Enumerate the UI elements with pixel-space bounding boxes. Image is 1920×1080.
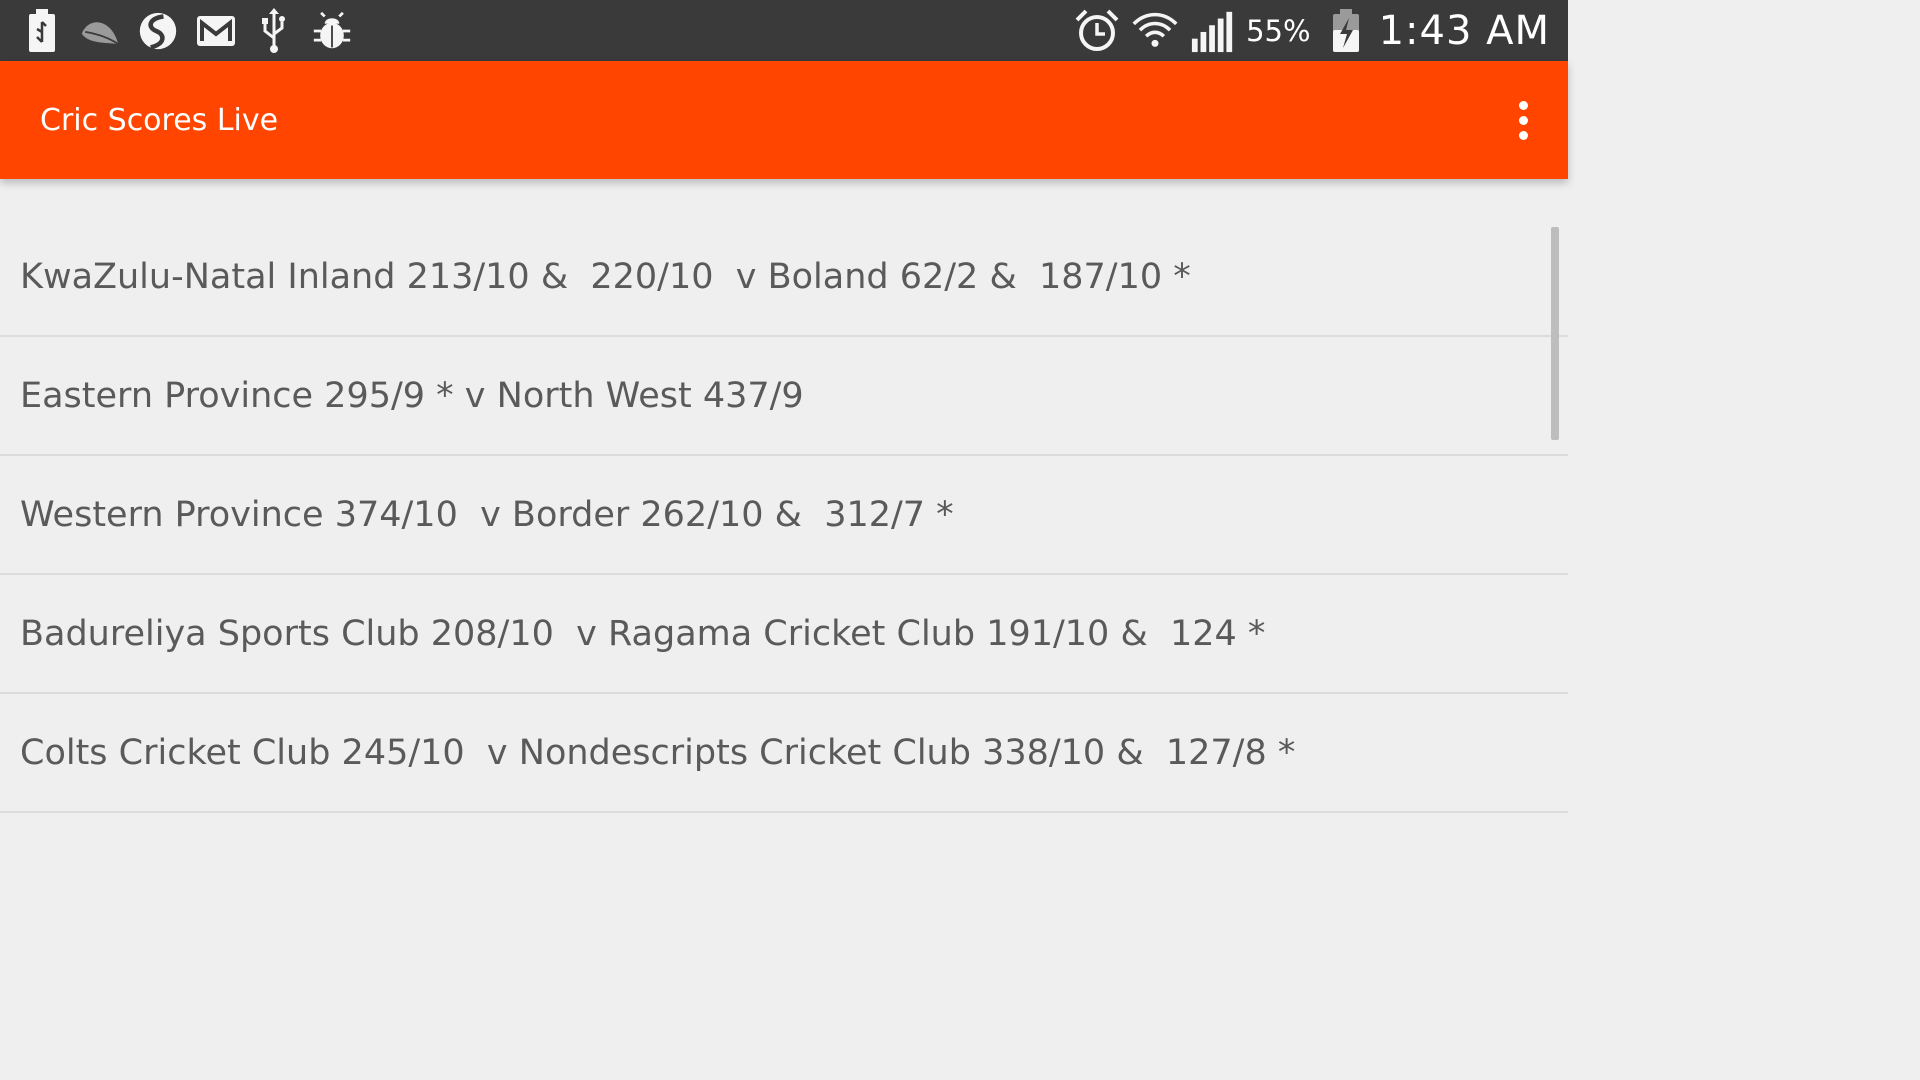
battery-percent: 55%: [1246, 13, 1311, 48]
match-item[interactable]: Western Province 374/10 v Border 262/10 …: [0, 456, 1568, 575]
usb-battery-icon: [22, 8, 62, 52]
match-score-text: Eastern Province 295/9 * v North West 43…: [20, 375, 804, 416]
overflow-dot: [1518, 130, 1528, 140]
match-item[interactable]: Eastern Province 295/9 * v North West 43…: [0, 337, 1568, 456]
match-item[interactable]: Badureliya Sports Club 208/10 v Ragama C…: [0, 575, 1568, 694]
notification-icons: [22, 7, 370, 53]
battery-charging-icon: [1323, 8, 1369, 54]
swype-icon: [138, 11, 178, 51]
usb-icon: [254, 7, 294, 53]
status-bar: 55% 1:43 AM: [0, 0, 1568, 61]
match-item[interactable]: KwaZulu-Natal Inland 213/10 & 220/10 v B…: [0, 218, 1568, 337]
overflow-dot: [1518, 115, 1528, 125]
list-scrollbar[interactable]: [1551, 227, 1559, 440]
system-status: 55% 1:43 AM: [1062, 8, 1550, 54]
leaf-icon: [80, 11, 120, 51]
gmail-icon: [196, 11, 236, 51]
app-title: Cric Scores Live: [40, 102, 279, 138]
signal-icon: [1190, 8, 1236, 54]
overflow-dot: [1518, 100, 1528, 110]
action-bar: Cric Scores Live: [0, 61, 1568, 179]
overflow-menu-icon[interactable]: [1498, 90, 1548, 150]
debug-bug-icon: [312, 11, 352, 51]
match-item[interactable]: Colts Cricket Club 245/10 v Nondescripts…: [0, 694, 1568, 813]
match-score-text: KwaZulu-Natal Inland 213/10 & 220/10 v B…: [20, 256, 1191, 297]
match-score-text: Western Province 374/10 v Border 262/10 …: [20, 494, 954, 535]
match-score-text: Badureliya Sports Club 208/10 v Ragama C…: [20, 613, 1266, 654]
clock: 1:43 AM: [1378, 7, 1550, 54]
match-list: KwaZulu-Natal Inland 213/10 & 220/10 v B…: [0, 218, 1568, 813]
wifi-icon: [1132, 8, 1178, 54]
alarm-icon: [1074, 8, 1120, 54]
match-score-text: Colts Cricket Club 245/10 v Nondescripts…: [20, 732, 1296, 773]
